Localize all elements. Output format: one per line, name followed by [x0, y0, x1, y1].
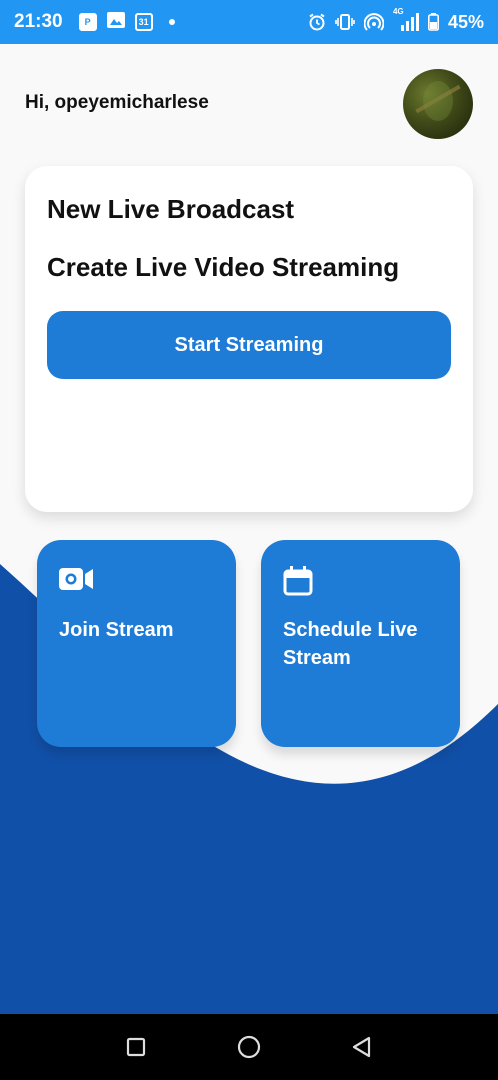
home-circle-icon[interactable] — [229, 1027, 269, 1067]
battery-icon — [427, 13, 439, 31]
navigation-bar — [0, 1014, 498, 1080]
vibrate-icon — [335, 13, 355, 31]
hotspot-icon — [363, 13, 384, 31]
card-title: New Live Broadcast — [47, 194, 295, 224]
gallery-icon — [106, 11, 125, 33]
start-streaming-button[interactable]: Start Streaming — [47, 311, 451, 379]
status-bar: 21:30 P 31 4G 45% — [0, 0, 498, 44]
schedule-live-stream-tile[interactable]: Schedule Live Stream — [261, 540, 460, 747]
join-stream-tile[interactable]: Join Stream — [37, 540, 236, 747]
greeting-text: Hi, opeyemicharlese — [25, 92, 209, 113]
recents-square-icon[interactable] — [116, 1027, 156, 1067]
join-stream-label: Join Stream — [59, 619, 174, 641]
parking-app-icon: P — [78, 13, 97, 31]
signal-icon: 4G — [393, 7, 419, 31]
avatar[interactable] — [403, 69, 473, 139]
status-time: 21:30 — [14, 11, 63, 32]
network-type-text: 4G — [392, 7, 404, 16]
calendar-day-text: 31 — [138, 17, 149, 27]
video-camera-icon — [59, 566, 93, 597]
notification-dot-icon — [168, 19, 175, 25]
card-subtitle: Create Live Video Streaming — [47, 252, 400, 282]
broadcast-card: New Live Broadcast Create Live Video Str… — [25, 166, 473, 512]
main-content: Hi, opeyemicharlese New Live Broadcast C… — [0, 44, 498, 1014]
schedule-live-stream-label: Schedule Live Stream — [283, 619, 418, 669]
calendar-icon — [283, 566, 313, 601]
alarm-icon — [308, 13, 326, 31]
back-triangle-icon[interactable] — [342, 1027, 382, 1067]
battery-percent: 45% — [447, 11, 484, 32]
calendar-notification-icon: 31 — [134, 13, 153, 31]
